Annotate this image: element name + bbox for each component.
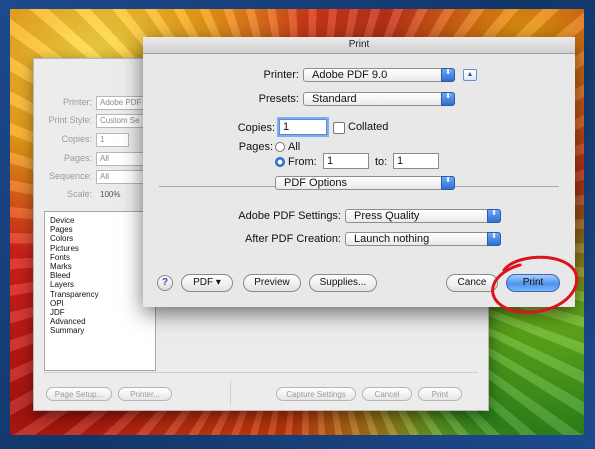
bg-print-style-label: Print Style: [48,115,92,125]
list-item[interactable]: Pictures [50,244,155,253]
disclosure-triangle-icon[interactable]: ▲ [463,69,477,81]
screen: Printer: Adobe PDF Print Style: Custom S… [0,0,595,449]
printer-popup[interactable]: Adobe PDF 9.0 ⬍ [303,68,455,82]
bg-pages-field[interactable]: All [96,152,147,166]
collated-label: Collated [348,121,389,133]
pages-label: Pages: [238,141,273,153]
adobe-pdf-settings-label: Adobe PDF Settings: [238,210,341,222]
presets-popup-value: Standard [312,93,357,105]
after-pdf-creation-popup[interactable]: Launch nothing ⬍ [345,232,501,246]
bg-copies-field[interactable]: 1 [96,133,129,147]
after-pdf-creation-label: After PDF Creation: [245,233,341,245]
list-item[interactable]: Fonts [50,253,155,262]
after-pdf-creation-value: Launch nothing [354,233,430,245]
list-item[interactable]: Marks [50,262,155,271]
popup-arrows-icon: ⬍ [487,232,501,246]
supplies-button[interactable]: Supplies... [309,274,377,292]
list-item[interactable]: OPI [50,299,155,308]
highlight-circle-annotation [491,255,579,314]
bg-cancel-button[interactable]: Cancel [362,387,412,401]
bg-sequence-field[interactable]: All [96,170,147,184]
list-item[interactable]: Pages [50,225,155,234]
page-setup-button[interactable]: Page Setup... [46,387,112,401]
presets-label: Presets: [258,93,299,105]
popup-arrows-icon: ⬍ [487,209,501,223]
printer-popup-value: Adobe PDF 9.0 [312,69,388,81]
popup-arrows-icon: ⬍ [441,176,455,190]
bg-category-list[interactable]: Device Pages Colors Pictures Fonts Marks… [44,211,156,371]
printer-label: Printer: [263,69,299,81]
bg-print-button[interactable]: Print [418,387,462,401]
list-item[interactable]: Summary [50,326,155,335]
bg-copies-label: Copies: [61,134,92,144]
list-item[interactable]: Advanced [50,317,155,326]
pages-to-input[interactable]: 1 [393,153,439,169]
capture-settings-button[interactable]: Capture Settings [276,387,356,401]
bg-pages-label: Pages: [63,153,92,163]
bg-scale-value[interactable]: 100% [96,188,147,202]
bg-sequence-label: Sequence: [48,171,92,181]
pages-from-input[interactable]: 1 [323,153,369,169]
adobe-pdf-settings-value: Press Quality [354,210,420,222]
pages-all-label: All [288,141,301,153]
list-item[interactable]: Transparency [50,290,155,299]
options-popup[interactable]: PDF Options ⬍ [275,176,455,190]
pages-to-label: to: [375,156,388,168]
bg-printer-button[interactable]: Printer... [118,387,172,401]
help-icon[interactable]: ? [157,275,173,291]
bg-printer-field[interactable]: Adobe PDF [96,96,147,110]
pages-from-radio[interactable] [275,157,285,167]
list-item[interactable]: JDF [50,308,155,317]
popup-arrows-icon: ⬍ [441,68,455,82]
list-item[interactable]: Device [50,216,155,225]
copies-label: Copies: [237,122,275,134]
popup-arrows-icon: ⬍ [441,92,455,106]
bg-divider [44,372,478,373]
collated-checkbox[interactable] [333,122,345,134]
list-item[interactable]: Colors [50,234,155,243]
pdf-menu-button[interactable]: PDF ▾ [181,274,233,292]
pages-from-label: From: [288,156,317,168]
bg-vertical-divider [230,381,231,405]
bg-scale-label: Scale: [66,189,92,199]
bg-print-style-field[interactable]: Custom Se [96,114,147,128]
list-item[interactable]: Layers [50,280,155,289]
adobe-pdf-settings-popup[interactable]: Press Quality ⬍ [345,209,501,223]
pages-all-radio[interactable] [275,142,285,152]
options-popup-value: PDF Options [284,177,347,189]
bg-printer-label: Printer: [62,97,92,107]
preview-button[interactable]: Preview [243,274,301,292]
dialog-title: Print [143,37,575,54]
list-item[interactable]: Bleed [50,271,155,280]
copies-input[interactable]: 1 [279,119,327,135]
presets-popup[interactable]: Standard ⬍ [303,92,455,106]
